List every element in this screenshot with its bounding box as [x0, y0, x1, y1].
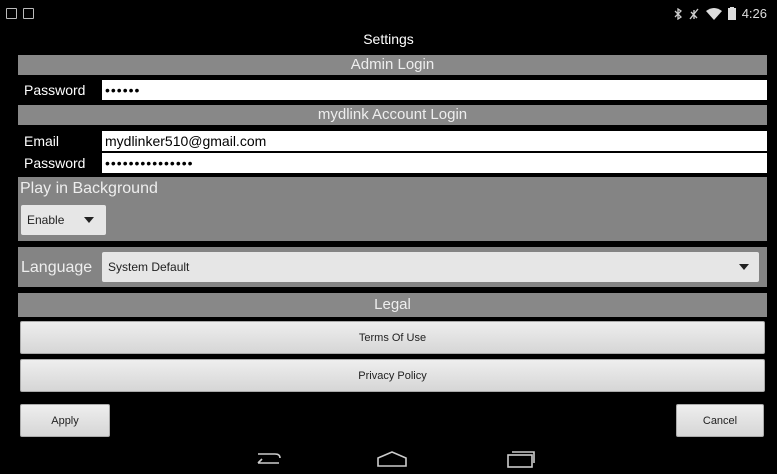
background-dropdown[interactable]: Enable [21, 205, 106, 235]
mydlink-password-field[interactable]: ••••••••••••••• [102, 153, 767, 173]
language-panel: Language System Default [18, 247, 767, 287]
privacy-policy-button[interactable]: Privacy Policy [20, 359, 765, 392]
admin-login-header: Admin Login [18, 55, 767, 75]
background-selected: Enable [27, 213, 65, 227]
legal-header: Legal [18, 293, 767, 317]
battery-icon [727, 7, 736, 20]
email-field[interactable]: mydlinker510@gmail.com [102, 131, 767, 151]
page-title: Settings [363, 31, 414, 47]
status-right: 4:26 [674, 6, 767, 21]
home-icon[interactable] [376, 450, 408, 468]
bluetooth-icon [674, 7, 682, 20]
admin-password-label: Password [24, 82, 86, 98]
cancel-button[interactable]: Cancel [676, 404, 764, 437]
status-time: 4:26 [741, 6, 767, 21]
language-dropdown[interactable]: System Default [102, 252, 759, 282]
apply-button[interactable]: Apply [20, 404, 110, 437]
chevron-down-icon [84, 217, 95, 223]
background-panel: Play in Background Enable [18, 177, 767, 241]
no-signal-icon [689, 8, 699, 19]
image-icon [6, 8, 17, 19]
language-label: Language [21, 259, 93, 276]
recent-apps-icon[interactable] [506, 450, 536, 468]
wifi-icon [705, 7, 722, 20]
admin-password-field[interactable]: •••••• [102, 80, 767, 100]
mydlink-login-header: mydlink Account Login [18, 105, 767, 125]
back-icon[interactable] [252, 450, 282, 468]
background-label: Play in Background [20, 180, 158, 197]
chevron-down-icon [739, 264, 749, 270]
terms-of-use-button[interactable]: Terms Of Use [20, 321, 765, 354]
clipboard-icon [23, 8, 34, 19]
navigation-bar [0, 444, 777, 474]
email-label: Email [24, 133, 60, 149]
status-left-icons [6, 8, 34, 19]
status-bar: 4:26 [0, 0, 777, 30]
language-selected: System Default [108, 260, 190, 274]
mydlink-password-label: Password [24, 155, 86, 171]
